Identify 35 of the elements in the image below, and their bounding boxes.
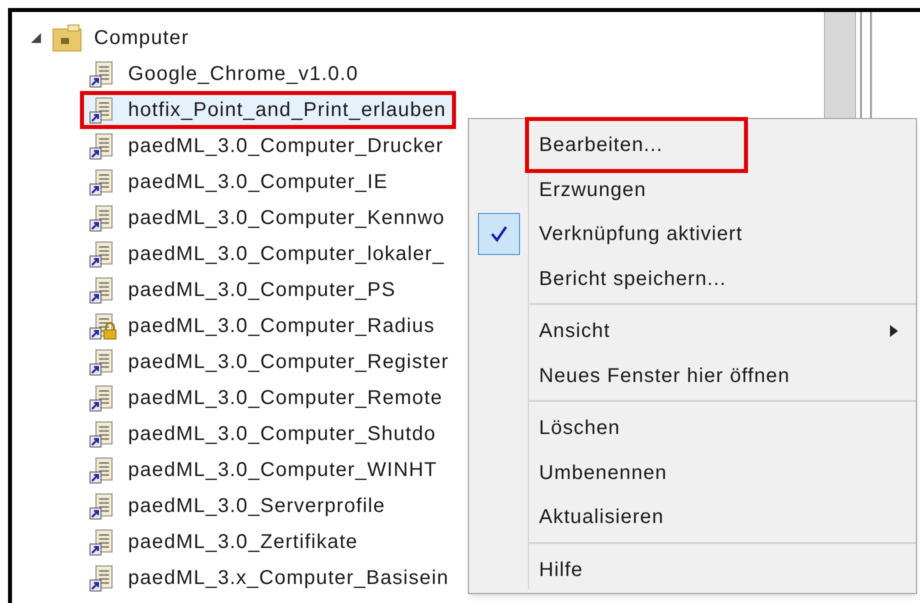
tree-item-label: paedML_3.0_Serverprofile (128, 494, 386, 519)
tree-item[interactable]: paedML_3.0_Zertifikate (80, 523, 368, 561)
tree-item[interactable]: paedML_3.0_Serverprofile (80, 487, 396, 525)
tree-item[interactable]: paedML_3.0_Computer_Radius (80, 307, 445, 345)
tree-item-label: paedML_3.0_Computer_Radius (128, 314, 435, 339)
tree-item[interactable]: hotfix_Point_and_Print_erlauben (80, 91, 456, 129)
locked-script-link-icon (88, 311, 118, 341)
tree-item[interactable]: paedML_3.0_Computer_Remote (80, 379, 453, 417)
tree-item[interactable]: paedML_3.0_Computer_WINHT (80, 451, 448, 489)
tree-item[interactable]: paedML_3.0_Computer_Kennwo (80, 199, 455, 237)
tree-item[interactable]: paedML_3.0_Computer_PS (80, 271, 406, 309)
tree-item-label: paedML_3.x_Computer_Basisein (128, 566, 449, 591)
tree-item-label: paedML_3.0_Computer_Drucker (128, 134, 444, 159)
tree-item-label: Google_Chrome_v1.0.0 (128, 62, 358, 87)
tree-item-label: paedML_3.0_Computer_PS (128, 278, 396, 303)
tree-item[interactable]: paedML_3.0_Computer_Shutdo (80, 415, 446, 453)
tree-item[interactable]: Computer (94, 23, 190, 53)
folder-icon (52, 24, 82, 52)
tree-item-label: paedML_3.0_Computer_Register (128, 350, 449, 375)
expand-triangle-icon[interactable] (30, 32, 42, 44)
tree-item[interactable]: paedML_3.0_Computer_Drucker (80, 127, 454, 165)
tree-item-label: paedML_3.0_Computer_lokaler_ (128, 242, 444, 267)
tree-item-label: hotfix_Point_and_Print_erlauben (128, 98, 446, 123)
tree-item-label: paedML_3.0_Computer_Remote (128, 386, 443, 411)
tree-item[interactable]: paedML_3.x_Computer_Basisein (80, 559, 459, 597)
tree-item-label: paedML_3.0_Zertifikate (128, 530, 358, 555)
tree-item[interactable]: paedML_3.0_Computer_IE (80, 163, 398, 201)
tree-item[interactable]: paedML_3.0_Computer_lokaler_ (80, 235, 454, 273)
tree-item-label: paedML_3.0_Computer_Shutdo (128, 422, 436, 447)
menu-item[interactable]: Bearbeiten... (525, 117, 748, 174)
tree-item-label: paedML_3.0_Computer_WINHT (128, 458, 438, 483)
tree-item[interactable]: paedML_3.0_Computer_Register (80, 343, 459, 381)
tree-item[interactable]: Google_Chrome_v1.0.0 (80, 55, 368, 93)
tree-item-label: paedML_3.0_Computer_IE (128, 170, 388, 195)
tree-item-label: paedML_3.0_Computer_Kennwo (128, 206, 445, 231)
